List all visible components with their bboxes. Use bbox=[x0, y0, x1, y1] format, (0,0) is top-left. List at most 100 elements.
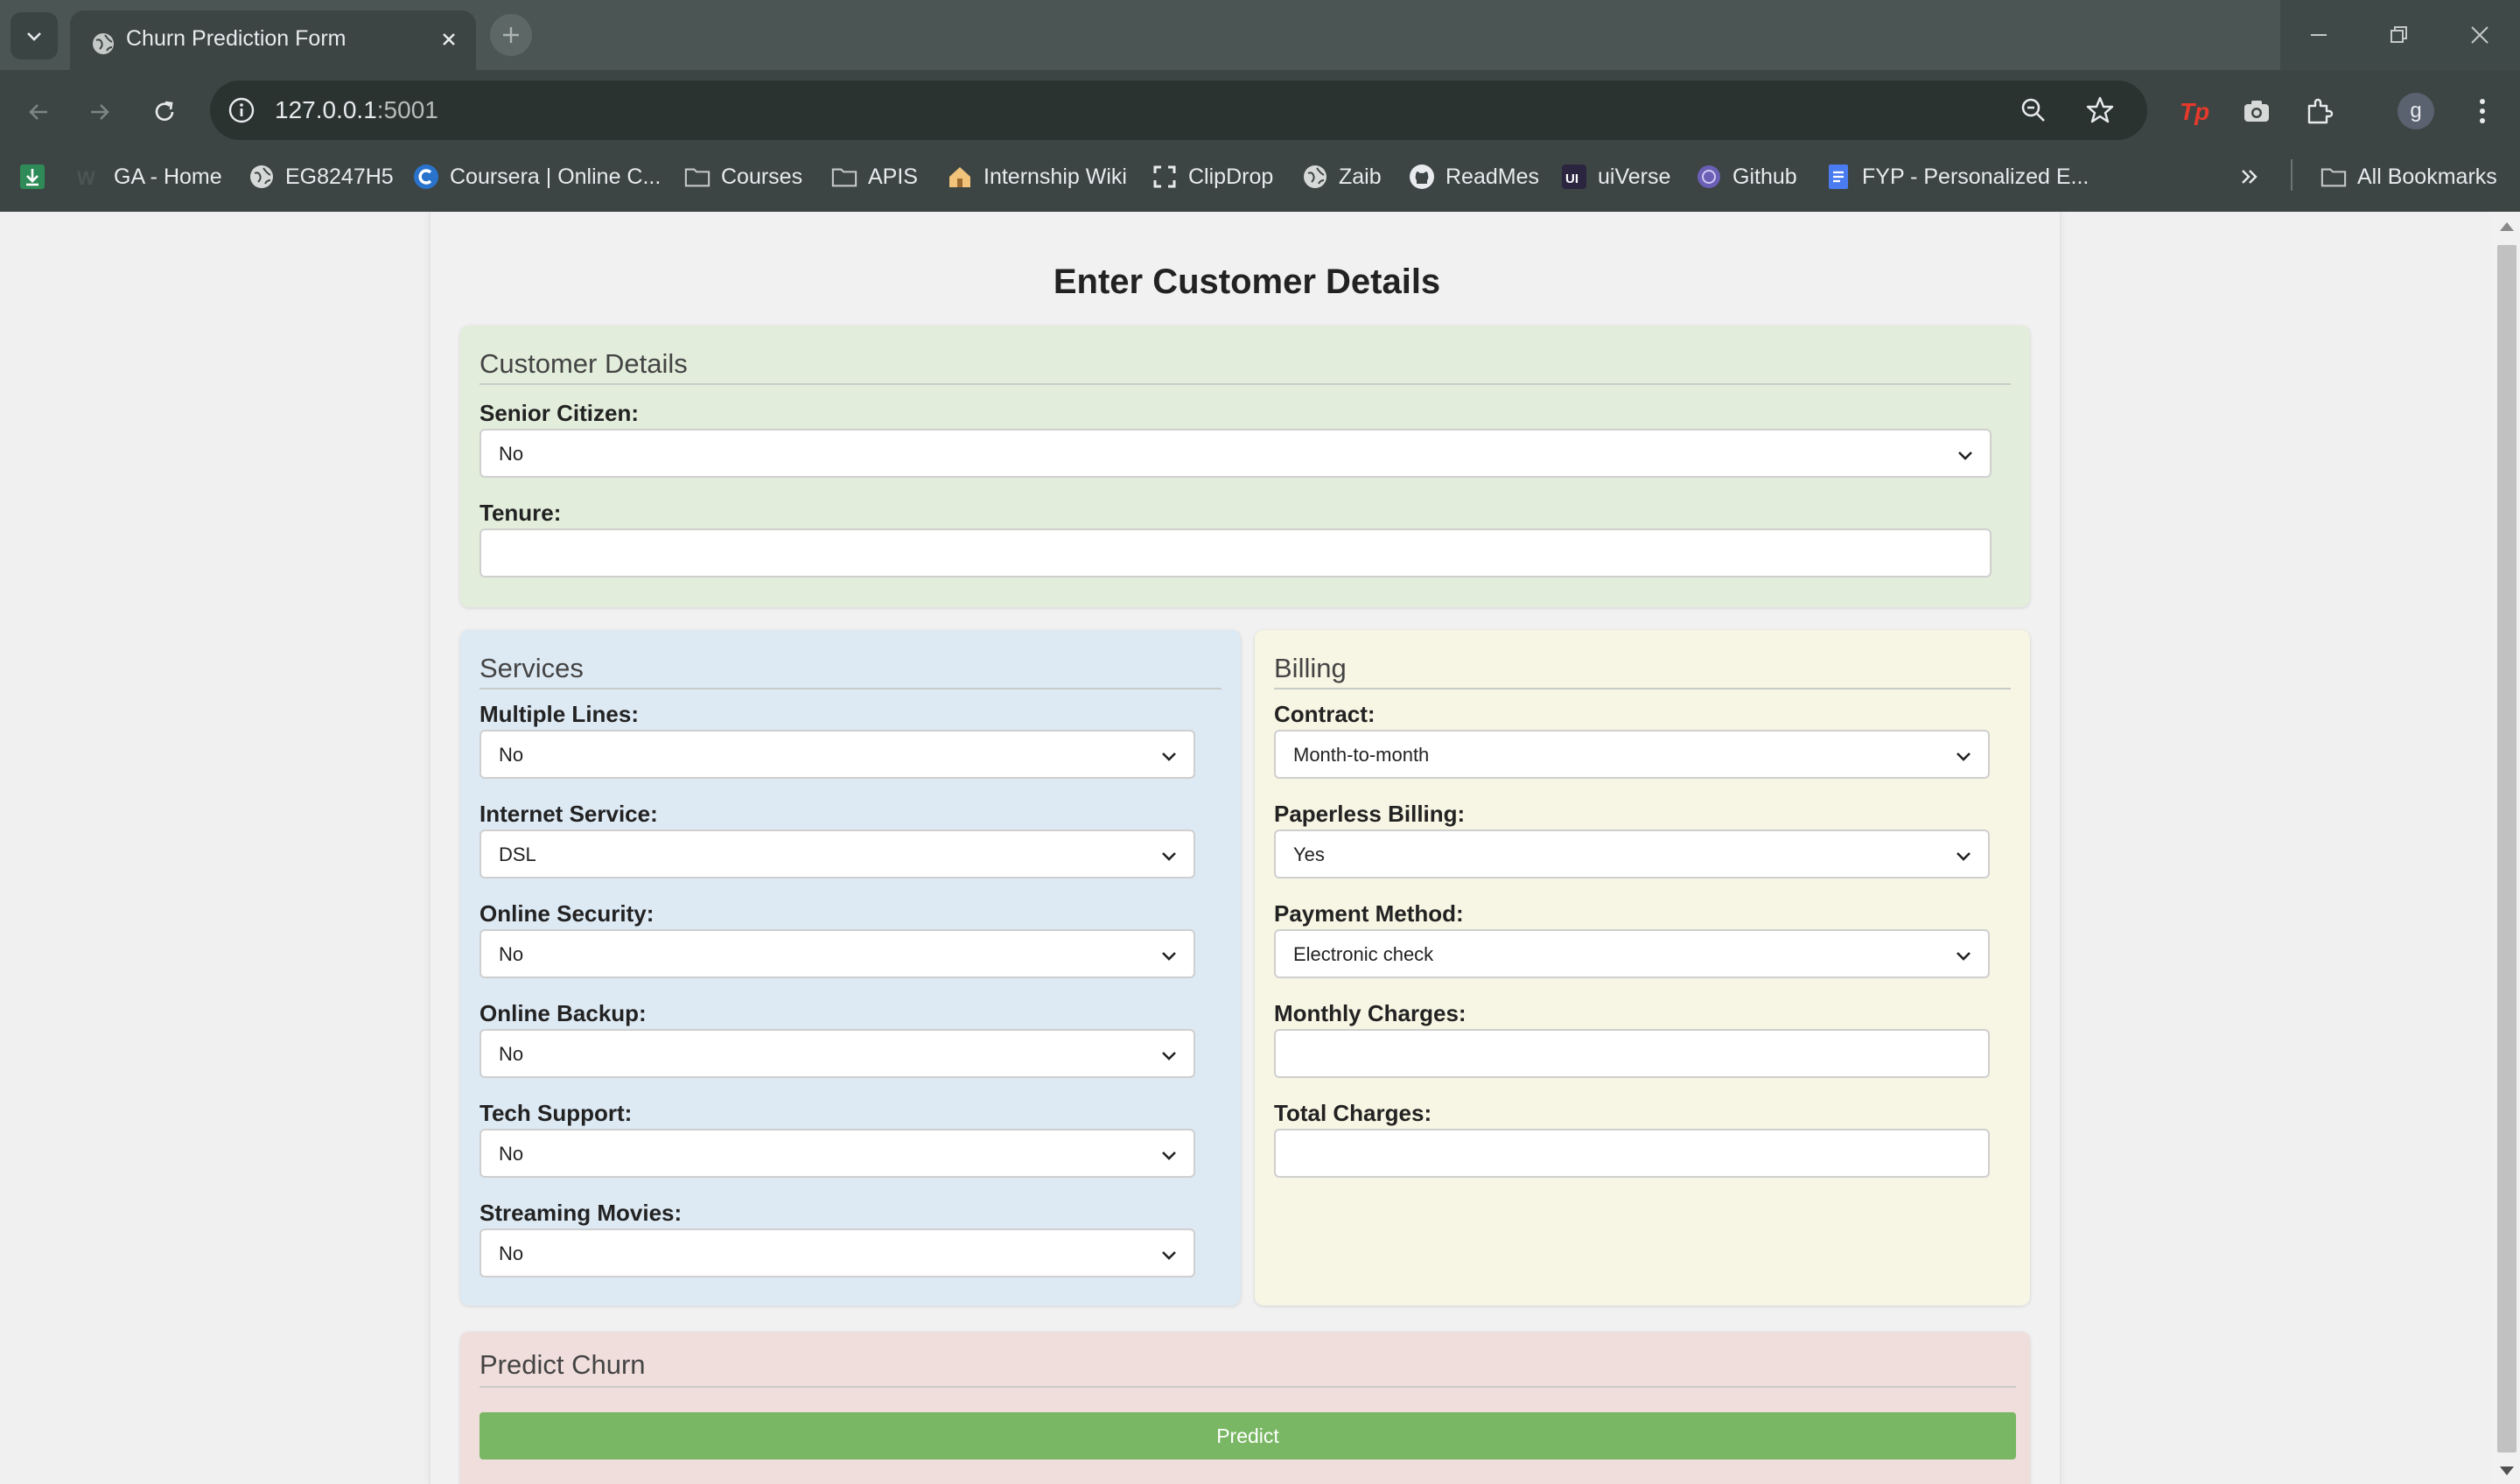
bookmark-internship-wiki[interactable]: Internship Wiki bbox=[947, 159, 1127, 194]
ga-icon: W bbox=[77, 164, 103, 190]
monthly-charges-input[interactable] bbox=[1274, 1029, 1990, 1078]
more-menu-icon[interactable] bbox=[2462, 91, 2502, 131]
chevron-down-icon bbox=[27, 32, 41, 41]
chevron-down-icon bbox=[1162, 952, 1176, 961]
reload-button[interactable] bbox=[144, 91, 186, 133]
bookmark-label: ReadMes bbox=[1446, 164, 1539, 189]
scroll-down-arrow-icon[interactable] bbox=[2500, 1466, 2514, 1475]
billing-section: Billing Contract: Month-to-month Paperle… bbox=[1255, 630, 2030, 1306]
bookmark-folder-apis[interactable]: APIS bbox=[831, 159, 918, 194]
browser-tab-active[interactable]: Churn Prediction Form bbox=[70, 10, 476, 70]
extensions-puzzle-icon[interactable] bbox=[2300, 91, 2340, 131]
camera-extension-icon[interactable] bbox=[2236, 91, 2277, 131]
contract-select[interactable]: Month-to-month bbox=[1274, 730, 1990, 779]
chevron-down-icon bbox=[1162, 1052, 1176, 1060]
home-icon bbox=[947, 164, 973, 190]
site-info-icon[interactable] bbox=[224, 93, 259, 128]
close-icon bbox=[2471, 26, 2488, 44]
forward-button[interactable] bbox=[79, 91, 121, 133]
coursera-icon bbox=[413, 164, 439, 190]
total-charges-input[interactable] bbox=[1274, 1129, 1990, 1178]
all-bookmarks-button[interactable]: All Bookmarks bbox=[2320, 159, 2497, 194]
streaming-movies-label: Streaming Movies: bbox=[480, 1200, 682, 1226]
page-title: Enter Customer Details bbox=[1053, 262, 1441, 301]
tab-search-button[interactable] bbox=[10, 12, 58, 60]
payment-method-select[interactable]: Electronic check bbox=[1274, 929, 1990, 978]
chevron-down-icon bbox=[1958, 452, 1972, 460]
select-value: Electronic check bbox=[1293, 943, 1434, 965]
restore-icon bbox=[2390, 26, 2407, 43]
profile-avatar[interactable]: g bbox=[2398, 93, 2434, 130]
bookmark-eg8247h5[interactable]: EG8247H5 bbox=[248, 159, 394, 194]
streaming-movies-select[interactable]: No bbox=[480, 1228, 1195, 1278]
globe-icon bbox=[93, 33, 114, 54]
address-bar[interactable]: 127.0.0.1:5001 bbox=[210, 80, 2147, 140]
chevron-down-icon bbox=[1956, 852, 1970, 861]
zoom-icon[interactable] bbox=[2016, 93, 2051, 128]
bookmark-zaib[interactable]: Zaib bbox=[1302, 159, 1382, 194]
browser-chrome: Churn Prediction Form 127.0.0.1:5001 Tp … bbox=[0, 0, 2520, 212]
restore-button[interactable] bbox=[2359, 0, 2440, 70]
chevron-down-icon bbox=[1162, 1152, 1176, 1160]
tp-extension-icon[interactable]: Tp bbox=[2175, 91, 2216, 131]
chevron-down-icon bbox=[1162, 852, 1176, 861]
tab-close-button[interactable] bbox=[434, 24, 464, 54]
bookmark-label: Zaib bbox=[1339, 164, 1382, 189]
senior-citizen-label: Senior Citizen: bbox=[480, 400, 640, 426]
select-value: No bbox=[499, 943, 524, 965]
minimize-icon bbox=[2311, 34, 2327, 36]
bookmark-folder-courses[interactable]: Courses bbox=[684, 159, 802, 194]
bookmarks-separator bbox=[2291, 159, 2292, 191]
new-tab-button[interactable] bbox=[490, 14, 532, 56]
minimize-button[interactable] bbox=[2278, 0, 2359, 70]
clipdrop-icon bbox=[1152, 164, 1178, 190]
select-value: Yes bbox=[1293, 844, 1325, 865]
bookmark-uiverse[interactable]: UI uiVerse bbox=[1561, 159, 1670, 194]
services-section: Services Multiple Lines: No Internet Ser… bbox=[460, 630, 1241, 1306]
section-heading: Predict Churn bbox=[480, 1349, 646, 1380]
bookmarks-overflow-button[interactable] bbox=[2238, 159, 2261, 194]
senior-citizen-select[interactable]: No bbox=[480, 429, 1992, 478]
bookmark-coursera[interactable]: Coursera | Online C... bbox=[413, 159, 661, 194]
select-value: No bbox=[499, 443, 524, 465]
close-window-button[interactable] bbox=[2440, 0, 2520, 70]
bookmark-label: uiVerse bbox=[1598, 164, 1671, 189]
payment-method-label: Payment Method: bbox=[1274, 900, 1464, 927]
section-divider bbox=[480, 383, 2011, 385]
predict-button[interactable]: Predict bbox=[480, 1412, 2016, 1460]
page-scrollbar[interactable] bbox=[2492, 212, 2520, 1484]
tech-support-label: Tech Support: bbox=[480, 1100, 633, 1126]
bookmark-star-icon[interactable] bbox=[2082, 93, 2118, 128]
back-button[interactable] bbox=[18, 91, 60, 133]
bookmark-readmes[interactable]: ReadMes bbox=[1409, 159, 1539, 194]
plus-icon bbox=[503, 27, 519, 43]
monthly-charges-label: Monthly Charges: bbox=[1274, 1000, 1466, 1026]
paperless-billing-select[interactable]: Yes bbox=[1274, 830, 1990, 878]
bookmark-label: Internship Wiki bbox=[984, 164, 1127, 189]
bookmark-label: Github bbox=[1732, 164, 1797, 189]
globe-icon bbox=[248, 164, 275, 190]
bookmark-ga-home[interactable]: W GA - Home bbox=[77, 159, 222, 194]
folder-icon bbox=[684, 164, 710, 190]
tech-support-select[interactable]: No bbox=[480, 1129, 1195, 1178]
github-purple-icon bbox=[1696, 164, 1722, 190]
online-backup-select[interactable]: No bbox=[480, 1029, 1195, 1078]
uiverse-icon: UI bbox=[1561, 164, 1587, 190]
bookmark-clipdrop[interactable]: ClipDrop bbox=[1152, 159, 1273, 194]
chevron-down-icon bbox=[1162, 752, 1176, 761]
bookmark-fyp[interactable]: FYP - Personalized E... bbox=[1825, 159, 2089, 194]
chevron-down-icon bbox=[1162, 1251, 1176, 1260]
tenure-input[interactable] bbox=[480, 528, 1992, 578]
online-security-select[interactable]: No bbox=[480, 929, 1195, 978]
predict-churn-section: Predict Churn Predict bbox=[460, 1332, 2030, 1484]
multiple-lines-select[interactable]: No bbox=[480, 730, 1195, 779]
svg-text:UI: UI bbox=[1565, 172, 1578, 186]
double-chevron-right-icon bbox=[2242, 170, 2258, 184]
scroll-up-arrow-icon[interactable] bbox=[2500, 222, 2514, 231]
bookmark-download[interactable] bbox=[19, 159, 56, 194]
select-value: DSL bbox=[499, 844, 536, 865]
globe-icon bbox=[1302, 164, 1328, 190]
scrollbar-thumb[interactable] bbox=[2497, 245, 2516, 1452]
bookmark-github[interactable]: Github bbox=[1696, 159, 1797, 194]
internet-service-select[interactable]: DSL bbox=[480, 830, 1195, 878]
